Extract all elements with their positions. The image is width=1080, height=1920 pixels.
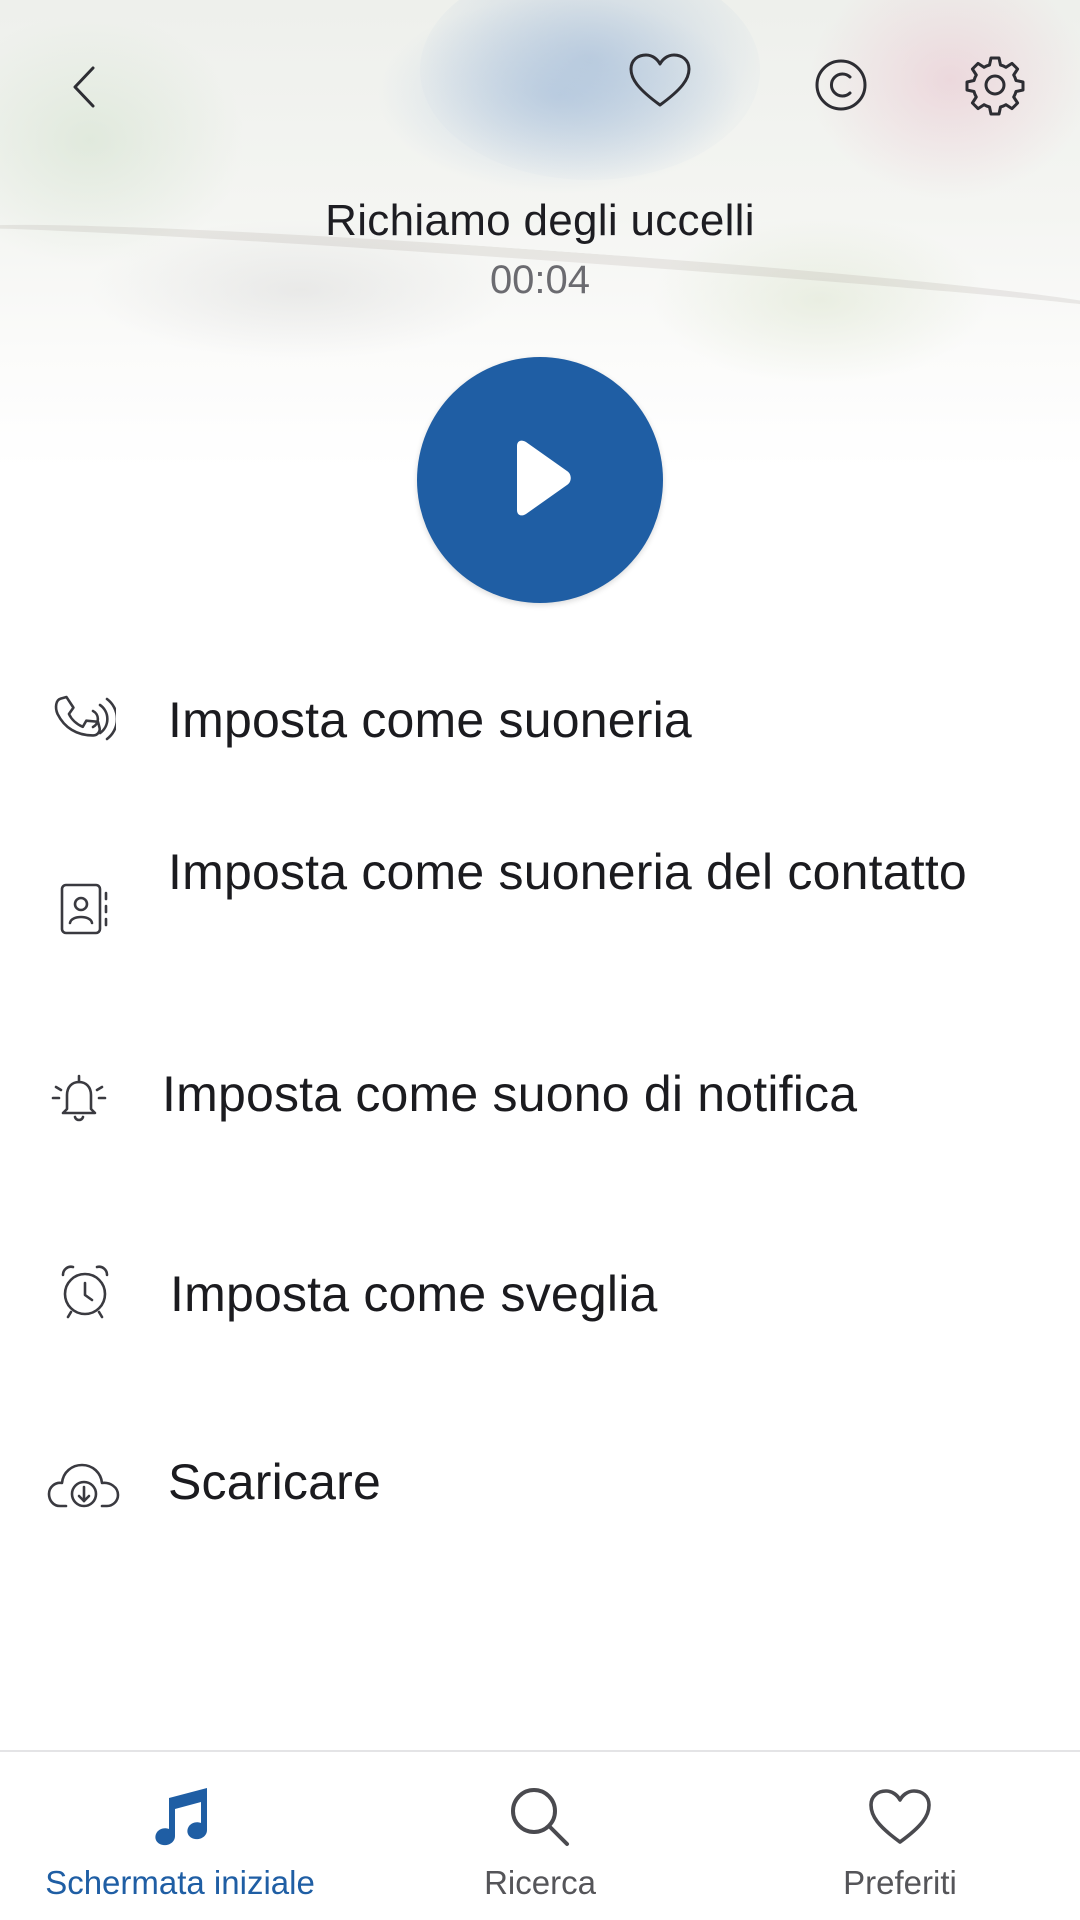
music-note-icon bbox=[147, 1782, 213, 1852]
copyright-button[interactable] bbox=[806, 52, 876, 122]
track-title: Richiamo degli uccelli bbox=[325, 196, 755, 245]
menu-item-label: Imposta come suono di notifica bbox=[162, 1066, 858, 1122]
menu-item-label: Imposta come sveglia bbox=[170, 1266, 658, 1322]
nav-search[interactable]: Ricerca bbox=[370, 1752, 710, 1920]
search-icon bbox=[507, 1782, 573, 1852]
menu-item-label: Scaricare bbox=[168, 1454, 381, 1510]
play-icon bbox=[505, 438, 575, 523]
contact-card-icon bbox=[52, 872, 116, 946]
nav-label: Preferiti bbox=[843, 1864, 957, 1901]
play-button[interactable] bbox=[417, 357, 663, 603]
settings-button[interactable] bbox=[958, 50, 1032, 124]
nav-home[interactable]: Schermata iniziale bbox=[10, 1752, 350, 1920]
bell-ringing-icon bbox=[44, 1062, 114, 1132]
menu-item-contact-ringtone[interactable]: Imposta come suoneria del contatto bbox=[0, 834, 1080, 984]
chevron-left-icon bbox=[65, 62, 105, 117]
cloud-download-icon bbox=[44, 1446, 124, 1526]
menu-item-notification[interactable]: Imposta come suono di notifica bbox=[0, 1052, 1080, 1152]
heart-outline-icon bbox=[628, 52, 692, 115]
bottom-navigation: Schermata iniziale Ricerca Preferiti bbox=[0, 1750, 1080, 1920]
bird-photo bbox=[420, 0, 760, 180]
menu-item-label: Imposta come suoneria bbox=[168, 692, 692, 748]
phone-ringing-icon bbox=[48, 680, 118, 760]
nav-favorites[interactable]: Preferiti bbox=[730, 1752, 1070, 1920]
gear-icon bbox=[964, 54, 1026, 121]
menu-item-alarm[interactable]: Imposta come sveglia bbox=[0, 1244, 1080, 1344]
menu-item-download[interactable]: Scaricare bbox=[0, 1436, 1080, 1536]
copyright-icon bbox=[813, 57, 869, 118]
menu-item-label: Imposta come suoneria del contatto bbox=[168, 844, 967, 900]
heart-outline-icon bbox=[867, 1782, 933, 1852]
favorite-button[interactable] bbox=[622, 50, 698, 116]
back-button[interactable] bbox=[50, 54, 120, 124]
menu-item-ringtone[interactable]: Imposta come suoneria bbox=[0, 670, 1080, 770]
track-duration: 00:04 bbox=[489, 258, 591, 302]
nav-label: Schermata iniziale bbox=[45, 1864, 315, 1901]
alarm-clock-icon bbox=[50, 1256, 120, 1326]
nav-label: Ricerca bbox=[484, 1864, 596, 1901]
